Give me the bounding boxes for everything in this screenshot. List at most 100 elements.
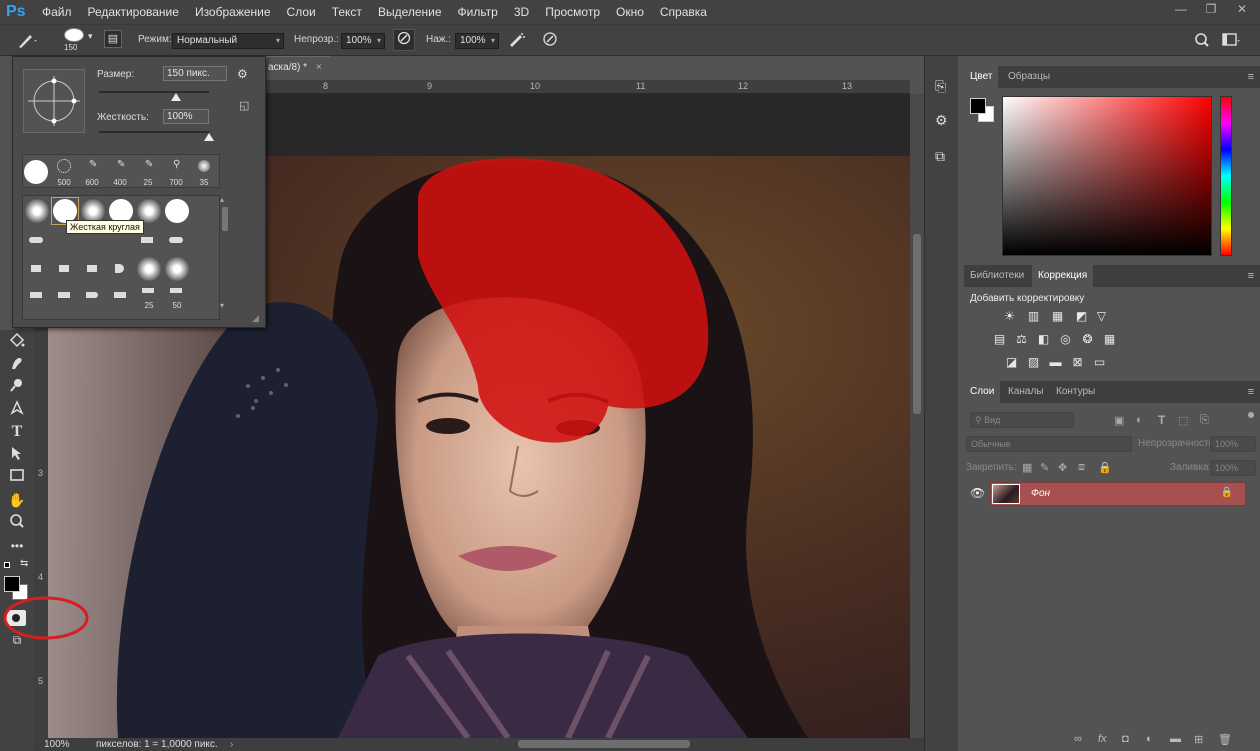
curves-icon[interactable]: ▦ <box>1050 309 1065 324</box>
tab-channels[interactable]: Каналы <box>1002 381 1050 403</box>
layer-name[interactable]: Фон <box>1031 488 1050 499</box>
dodge-icon[interactable] <box>7 377 27 397</box>
restore-button[interactable]: ❐ <box>1197 0 1225 20</box>
layer-row[interactable]: Фон 🔒 <box>990 482 1246 506</box>
menu-3d[interactable]: 3D <box>506 0 537 24</box>
brush-hard-round-3[interactable] <box>164 198 190 224</box>
brush-tip-a[interactable] <box>24 228 50 254</box>
path-selection-icon[interactable] <box>7 445 27 465</box>
folder-icon[interactable]: ▬ <box>1170 733 1181 745</box>
recent-brush-400[interactable]: ✎ 400 <box>107 157 133 187</box>
panel-menu-icon[interactable]: ≡ <box>1248 270 1254 282</box>
smudge-icon[interactable] <box>7 355 27 375</box>
adjustment-icon[interactable]: ◐ <box>1146 733 1153 745</box>
mode-select[interactable]: Нормальный ▾ <box>172 33 284 49</box>
vibrance-icon[interactable]: ▽ <box>1094 309 1109 324</box>
brush-grid-scroll-thumb[interactable] <box>222 207 228 231</box>
brush-picker-arrow-icon[interactable]: ▾ <box>88 31 93 42</box>
brush-tip-h[interactable] <box>24 284 50 310</box>
recent-brush-700[interactable]: ⚲ 700 <box>163 157 189 187</box>
black-white-icon[interactable]: ◧ <box>1036 332 1051 347</box>
paint-bucket-icon[interactable] <box>7 332 27 352</box>
chevron-down-icon[interactable]: ▾ <box>220 301 224 310</box>
vertical-scrollbar[interactable] <box>910 94 924 738</box>
menu-type[interactable]: Текст <box>324 0 370 24</box>
brush-tip-e[interactable] <box>52 256 78 282</box>
trash-icon[interactable]: 🗑 <box>1218 733 1232 746</box>
paragraph-panel-icon[interactable]: ⧉ <box>935 148 945 165</box>
tab-adjustments[interactable]: Коррекция <box>1032 265 1094 287</box>
posterize-icon[interactable]: ▨ <box>1026 355 1041 370</box>
brush-tip-preview[interactable] <box>23 69 85 133</box>
tab-libraries[interactable]: Библиотеки <box>964 265 1030 287</box>
brush-tip-25[interactable]: 25 <box>136 284 162 310</box>
channel-mixer-icon[interactable]: ❂ <box>1080 332 1095 347</box>
horizontal-scroll-thumb[interactable] <box>518 740 690 748</box>
type-tool-icon[interactable]: T <box>7 422 27 442</box>
brush-tool-icon[interactable] <box>16 31 38 52</box>
tab-layers[interactable]: Слои <box>964 381 1001 403</box>
photo-filter-icon[interactable]: ◎ <box>1058 332 1073 347</box>
filter-pixel-icon[interactable]: ▣ <box>1114 414 1124 427</box>
swap-colors-icon[interactable]: ⇆ <box>20 558 28 569</box>
brush-tip-d[interactable] <box>24 256 50 282</box>
new-layer-icon[interactable]: ⊞ <box>1194 733 1203 746</box>
foreground-color-swatch[interactable] <box>4 576 20 592</box>
lock-position-icon[interactable]: ✥ <box>1058 461 1067 474</box>
menu-select[interactable]: Выделение <box>370 0 450 24</box>
menu-view[interactable]: Просмотр <box>537 0 608 24</box>
lock-pixels-icon[interactable]: ✎ <box>1040 461 1049 474</box>
mask-icon[interactable]: ◘ <box>1122 733 1129 745</box>
status-arrow-icon[interactable]: › <box>230 738 233 751</box>
link-icon[interactable]: ∞ <box>1074 733 1082 745</box>
pressure-opacity-icon[interactable] <box>393 29 415 51</box>
brush-soft-round-4[interactable] <box>136 256 162 282</box>
brush-tip-c[interactable] <box>164 228 190 254</box>
chevron-up-icon[interactable]: ▴ <box>220 195 224 204</box>
brush-tip-j[interactable] <box>80 284 106 310</box>
menu-help[interactable]: Справка <box>652 0 715 24</box>
hardness-slider[interactable] <box>99 131 209 133</box>
pen-icon[interactable] <box>7 400 27 420</box>
opacity-input[interactable]: 100% ▾ <box>341 33 385 49</box>
history-panel-icon[interactable]: ⎘ <box>935 78 946 95</box>
gradient-map-icon[interactable]: ▭ <box>1092 355 1107 370</box>
brush-tip-50[interactable]: 50 <box>164 284 190 310</box>
fx-icon[interactable]: fx <box>1098 733 1107 745</box>
lock-all-icon[interactable]: 🔒 <box>1098 461 1112 474</box>
color-lookup-icon[interactable]: ▦ <box>1102 332 1117 347</box>
lock-transparent-icon[interactable]: ▦ <box>1022 461 1032 474</box>
pressure-size-icon[interactable] <box>542 31 558 50</box>
fill-input[interactable]: 100% <box>1210 460 1256 476</box>
menu-filter[interactable]: Фильтр <box>450 0 506 24</box>
minimize-button[interactable]: — <box>1167 0 1195 20</box>
scrollbar-thumb[interactable] <box>913 234 921 414</box>
invert-icon[interactable]: ◪ <box>1004 355 1019 370</box>
tab-close-icon[interactable]: × <box>316 62 322 73</box>
filter-shape-icon[interactable]: ⬚ <box>1178 414 1188 427</box>
search-icon[interactable] <box>1194 32 1210 51</box>
color-balance-icon[interactable]: ⚖ <box>1014 332 1029 347</box>
tab-swatches[interactable]: Образцы <box>1002 66 1056 88</box>
size-slider[interactable] <box>99 91 209 93</box>
brush-tip-i[interactable] <box>52 284 78 310</box>
brush-panel-toggle-icon[interactable]: ▤ <box>104 30 122 48</box>
eye-icon[interactable]: 👁 <box>970 486 985 500</box>
brush-tip-k[interactable] <box>108 284 134 310</box>
filter-type-icon[interactable]: T <box>1158 413 1165 427</box>
hardness-slider-thumb[interactable] <box>204 133 214 141</box>
brush-tip-g[interactable] <box>108 256 134 282</box>
default-colors-icon[interactable] <box>4 562 10 568</box>
selective-color-icon[interactable]: ⊠ <box>1070 355 1085 370</box>
hardness-input[interactable]: 100% <box>163 109 209 124</box>
threshold-icon[interactable]: ▬ <box>1048 355 1063 370</box>
brush-soft-round-5[interactable] <box>164 256 190 282</box>
resize-grip-icon[interactable]: ◢ <box>252 313 259 324</box>
new-preset-icon[interactable]: ◱ <box>239 99 249 112</box>
filter-toggle-icon[interactable] <box>1248 412 1254 418</box>
workspace-icon[interactable] <box>1222 32 1240 51</box>
hue-saturation-icon[interactable]: ▤ <box>992 332 1007 347</box>
levels-icon[interactable]: ▥ <box>1026 309 1041 324</box>
panel-menu-icon[interactable]: ≡ <box>1248 71 1254 83</box>
menu-window[interactable]: Окно <box>608 0 652 24</box>
